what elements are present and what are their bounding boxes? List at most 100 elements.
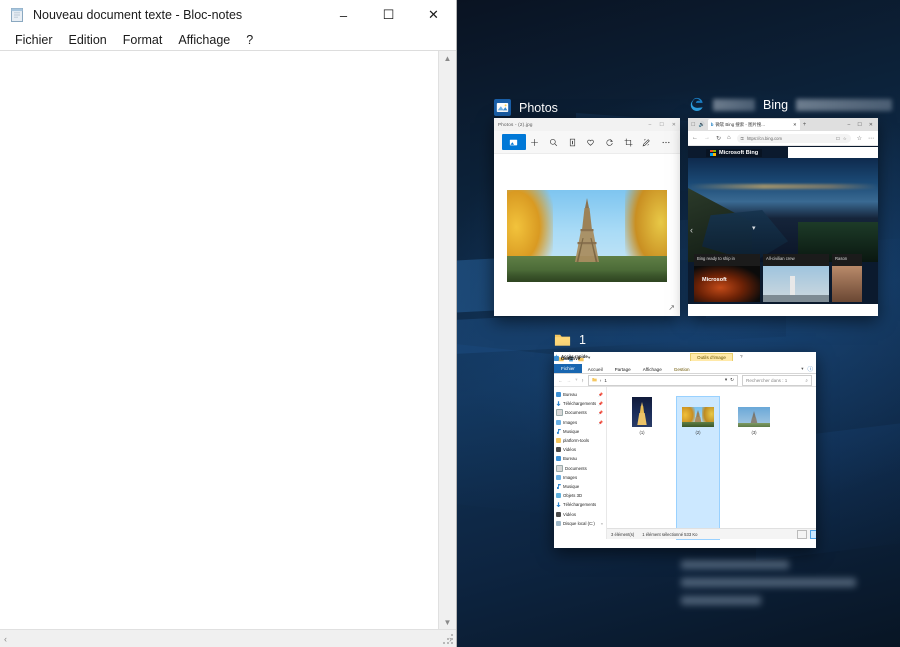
expand-icon[interactable]: ↗ xyxy=(668,303,675,312)
navigation-pane[interactable]: Accès rapide Bureau 📌 Téléchargements 📌 Do… xyxy=(554,354,607,539)
browser-tab[interactable]: b 微软 Bing 搜索 - 图片搜... ✕ xyxy=(707,119,800,130)
file-list[interactable]: (1) (2) (3) 3 élément(s) 1 élément sélec… xyxy=(607,387,816,540)
file-item[interactable]: (3) xyxy=(733,397,775,539)
task-view-desktop[interactable]: Photos Photos - (2).jpg – ☐ ✕ ↗ Bing ☐ 🔊… xyxy=(456,0,900,647)
sidebar-item-pc-telechargements[interactable]: Téléchargements xyxy=(556,500,606,509)
back-icon[interactable]: ← xyxy=(692,135,698,141)
bing-search-input[interactable] xyxy=(788,147,878,158)
sidebar-item-pc-videos[interactable]: Vidéos xyxy=(556,509,606,518)
file-item[interactable]: (1) xyxy=(621,397,663,539)
ribbon-tab-partage[interactable]: Partage xyxy=(609,366,637,373)
menu-edition[interactable]: Edition xyxy=(61,31,115,49)
hero-info-icon[interactable]: ▾ xyxy=(752,224,756,232)
notepad-titlebar[interactable]: Nouveau document texte - Bloc-notes – ☐ … xyxy=(0,0,456,30)
resize-grip[interactable] xyxy=(442,633,455,646)
ribbon-tab-accueil[interactable]: Accueil xyxy=(582,366,609,373)
reading-view-icon[interactable]: ☐ xyxy=(836,136,840,141)
sidebar-item-videos[interactable]: Vidéos xyxy=(556,445,606,454)
browser-window-controls[interactable]: – ☐ ✕ xyxy=(848,122,875,128)
photos-toolbar[interactable] xyxy=(494,131,680,154)
breadcrumb-dropdown-icon[interactable]: ▾ xyxy=(725,377,727,383)
notepad-menubar[interactable]: Fichier Edition Format Affichage ? xyxy=(0,30,456,50)
news-card[interactable]: All-civilian crew xyxy=(763,254,829,302)
carousel-prev-icon[interactable]: ‹ xyxy=(690,225,693,235)
preview-title-explorer[interactable]: 1 xyxy=(554,331,586,348)
horizontal-scrollbar[interactable]: ‹ › xyxy=(0,629,456,647)
news-card[interactable]: Bing ready to ship in Microsoft xyxy=(694,254,760,302)
preview-window-bing[interactable]: ☐ 🔊 b 微软 Bing 搜索 - 图片搜... ✕ + – ☐ ✕ ← → ↻ … xyxy=(688,118,878,316)
close-button[interactable]: ✕ xyxy=(411,0,456,30)
add-icon[interactable] xyxy=(526,131,545,153)
minimize-button[interactable]: – xyxy=(321,0,366,30)
home-icon[interactable]: ⌂ xyxy=(727,135,731,141)
menu-fichier[interactable]: Fichier xyxy=(7,31,61,49)
search-input[interactable]: Rechercher dans : 1 ⌕ xyxy=(742,374,812,386)
scroll-down-icon[interactable]: ▼ xyxy=(444,615,452,630)
refresh-icon[interactable]: ↻ xyxy=(716,135,721,142)
sidebar-item-platform-tools[interactable]: platform-tools xyxy=(556,436,606,445)
sidebar-item-pc-documents[interactable]: Documents xyxy=(556,464,606,473)
up-icon[interactable]: ↑ xyxy=(582,378,584,383)
vertical-scrollbar[interactable]: ▲ ▼ xyxy=(438,51,456,630)
bing-logo[interactable]: Microsoft Bing xyxy=(706,148,763,157)
address-bar[interactable]: ⚿ https://cn.bing.com ☐ ☆ xyxy=(736,133,851,143)
recent-icon[interactable]: ▾ xyxy=(575,377,577,383)
explorer-ribbon-tabs[interactable]: Fichier Accueil Partage Affichage Gestio… xyxy=(554,363,816,374)
large-icons-view-icon[interactable] xyxy=(810,529,816,539)
notepad-window-controls[interactable]: – ☐ ✕ xyxy=(321,0,456,30)
sidebar-item-documents[interactable]: Documents 📌 xyxy=(556,408,606,417)
bing-news-row[interactable]: Bing ready to ship in Microsoft All-civi… xyxy=(694,254,878,302)
forward-icon[interactable]: → xyxy=(704,135,710,141)
tab-mute-icon[interactable]: 🔊 xyxy=(698,122,704,128)
ribbon-tab-affichage[interactable]: Affichage xyxy=(637,366,668,373)
ribbon-controls[interactable]: ▾ ⓘ xyxy=(798,365,816,373)
sidebar-item-telechargements[interactable]: Téléchargements 📌 xyxy=(556,399,606,408)
sidebar-item-pc-images[interactable]: Images xyxy=(556,473,606,482)
sidebar-item-pc-musique[interactable]: Musique xyxy=(556,482,606,491)
more-icon[interactable] xyxy=(656,131,675,153)
file-item-selected[interactable]: (2) xyxy=(676,396,720,540)
browser-tabstrip[interactable]: ☐ 🔊 b 微软 Bing 搜索 - 图片搜... ✕ + – ☐ ✕ xyxy=(688,118,878,131)
preview-title-bing[interactable]: Bing xyxy=(688,96,893,113)
preview-window-explorer[interactable]: ▾ Outils d'image ? Fichier Accueil Parta… xyxy=(554,352,816,548)
sidebar-item-bureau[interactable]: Bureau 📌 xyxy=(556,390,606,399)
browser-navbar[interactable]: ← → ↻ ⌂ ⚿ https://cn.bing.com ☐ ☆ ☆ ⋯ xyxy=(688,131,878,146)
collections-icon[interactable]: ☆ xyxy=(857,135,862,142)
notepad-text-input[interactable] xyxy=(0,51,439,630)
edit-icon[interactable] xyxy=(638,131,657,153)
preview-window-photos[interactable]: Photos - (2).jpg – ☐ ✕ ↗ xyxy=(494,118,680,316)
rotate-icon[interactable] xyxy=(600,131,619,153)
notepad-window[interactable]: Nouveau document texte - Bloc-notes – ☐ … xyxy=(0,0,457,647)
tab-close-icon[interactable]: ✕ xyxy=(793,122,797,128)
sidebar-item-objets-3d[interactable]: Objets 3D xyxy=(556,491,606,500)
new-tab-icon[interactable]: + xyxy=(803,122,807,128)
more-icon[interactable]: ⋯ xyxy=(868,135,874,142)
breadcrumb-current[interactable]: 1 xyxy=(604,378,607,383)
favorite-icon[interactable] xyxy=(582,131,601,153)
refresh-icon[interactable]: ↻ xyxy=(730,377,734,383)
news-card[interactable]: Rason xyxy=(832,254,862,302)
photos-canvas[interactable]: ↗ xyxy=(494,154,680,316)
preview-title-photos[interactable]: Photos xyxy=(494,99,558,116)
view-mode-buttons[interactable] xyxy=(797,529,816,539)
sidebar-item-musique[interactable]: Musique xyxy=(556,427,606,436)
info-icon[interactable] xyxy=(563,131,582,153)
menu-aide[interactable]: ? xyxy=(238,31,261,49)
bing-page[interactable]: Microsoft Bing ▾ ‹ Bing ready to ship in… xyxy=(688,146,878,304)
search-icon[interactable]: ⌕ xyxy=(805,378,808,383)
photos-window-controls[interactable]: – ☐ ✕ xyxy=(649,122,676,128)
sidebar-item-disque-local[interactable]: Disque local (C:) » xyxy=(556,519,606,528)
maximize-button[interactable]: ☐ xyxy=(366,0,411,30)
menu-format[interactable]: Format xyxy=(115,31,171,49)
forward-icon[interactable]: → xyxy=(567,378,572,383)
notepad-editor-area[interactable]: ▲ ▼ ‹ › xyxy=(0,50,456,647)
scroll-left-icon[interactable]: ‹ xyxy=(4,634,7,644)
star-icon[interactable]: ☆ xyxy=(843,136,847,141)
breadcrumb[interactable]: › 1 ▾ ↻ xyxy=(587,374,738,386)
image-view-icon[interactable] xyxy=(502,134,526,150)
crop-icon[interactable] xyxy=(619,131,638,153)
sidebar-item-images[interactable]: Images 📌 xyxy=(556,418,606,427)
back-icon[interactable]: ← xyxy=(558,378,563,383)
ribbon-tab-gestion[interactable]: Gestion xyxy=(668,366,696,373)
explorer-address-bar[interactable]: ← → ▾ ↑ › 1 ▾ ↻ Rechercher dans : 1 ⌕ xyxy=(554,374,816,387)
